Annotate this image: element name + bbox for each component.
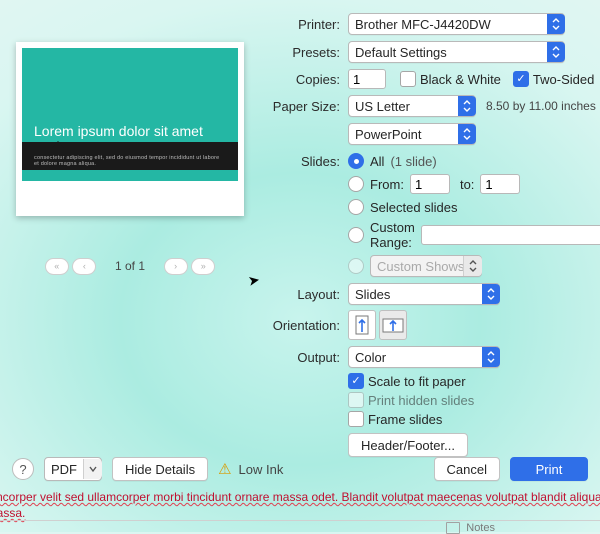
app-module-select[interactable]: PowerPoint xyxy=(348,123,476,145)
printer-label: Printer: xyxy=(263,17,348,32)
cancel-button[interactable]: Cancel xyxy=(434,457,500,481)
slides-label: Slides: xyxy=(263,154,348,169)
chevron-down-icon xyxy=(83,459,102,479)
hidden-label: Print hidden slides xyxy=(368,393,474,408)
slide-thumbnail: Lorem ipsum dolor sit amet consectetur a… xyxy=(22,48,238,210)
copies-label: Copies: xyxy=(263,72,348,87)
printer-select[interactable]: Brother MFC-J4420DW xyxy=(348,13,565,35)
print-preview: Lorem ipsum dolor sit amet consectetur a… xyxy=(16,42,244,216)
preview-pager: « ‹ 1 of 1 › » xyxy=(16,258,244,275)
frame-checkbox[interactable] xyxy=(348,411,364,427)
frame-label: Frame slides xyxy=(368,412,442,427)
slides-to-input[interactable] xyxy=(480,174,520,194)
hidden-checkbox xyxy=(348,392,364,408)
pager-first-button[interactable]: « xyxy=(45,258,69,275)
notes-label[interactable]: Notes xyxy=(466,522,495,534)
custom-shows-select: Custom Shows xyxy=(370,255,482,277)
presets-label: Presets: xyxy=(263,45,348,60)
output-select[interactable]: Color xyxy=(348,346,500,368)
slide-title: Lorem ipsum dolor sit amet xyxy=(34,123,203,139)
pager-next-button[interactable]: › xyxy=(164,258,188,275)
bw-label: Black & White xyxy=(420,72,501,87)
two-sided-checkbox[interactable] xyxy=(513,71,529,87)
slides-selected-label: Selected slides xyxy=(370,200,457,215)
two-sided-label: Two-Sided xyxy=(533,72,594,87)
slides-selected-radio[interactable] xyxy=(348,199,364,215)
papersize-dims: 8.50 by 11.00 inches xyxy=(486,99,596,113)
slides-from-label: From: xyxy=(370,177,404,192)
updown-icon xyxy=(458,124,476,144)
print-button[interactable]: Print xyxy=(510,457,588,481)
updown-icon xyxy=(547,42,565,62)
updown-icon xyxy=(482,347,500,367)
updown-icon xyxy=(547,14,565,34)
slides-from-radio[interactable] xyxy=(348,176,364,192)
orientation-label: Orientation: xyxy=(263,318,348,333)
slides-custom-label: Custom Range: xyxy=(370,220,415,250)
orientation-landscape-button[interactable] xyxy=(379,310,407,340)
orientation-portrait-button[interactable] xyxy=(348,310,376,340)
background-document-text: us ullamcorper velit sed ullamcorper mor… xyxy=(0,489,600,521)
hide-details-button[interactable]: Hide Details xyxy=(112,457,208,481)
presets-select[interactable]: Default Settings xyxy=(348,41,565,63)
slides-custom-input[interactable] xyxy=(421,225,600,245)
layout-select[interactable]: Slides xyxy=(348,283,500,305)
bw-checkbox[interactable] xyxy=(400,71,416,87)
page-counter: 1 of 1 xyxy=(100,259,160,273)
pdf-menu[interactable]: PDF xyxy=(44,457,102,481)
pager-prev-button[interactable]: ‹ xyxy=(72,258,96,275)
slides-custom-radio[interactable] xyxy=(348,227,364,243)
updown-icon xyxy=(458,96,476,116)
scale-checkbox[interactable] xyxy=(348,373,364,389)
layout-label: Layout: xyxy=(263,287,348,302)
pager-last-button[interactable]: » xyxy=(191,258,215,275)
updown-icon xyxy=(482,284,500,304)
status-divider xyxy=(0,520,600,521)
low-ink-label: Low Ink xyxy=(239,462,284,477)
notes-icon[interactable] xyxy=(446,522,460,534)
slides-all-count: (1 slide) xyxy=(390,154,436,169)
slides-all-radio[interactable] xyxy=(348,153,364,169)
slides-shows-radio xyxy=(348,258,364,274)
updown-icon xyxy=(463,256,482,276)
warning-icon: ⚠︎ xyxy=(218,460,231,478)
output-label: Output: xyxy=(263,350,348,365)
slides-from-input[interactable] xyxy=(410,174,450,194)
slide-subtitle: consectetur adipiscing elit, sed do eius… xyxy=(34,155,226,167)
help-button[interactable]: ? xyxy=(12,458,34,480)
copies-input[interactable] xyxy=(348,69,386,89)
slides-to-label: to: xyxy=(460,177,474,192)
scale-label: Scale to fit paper xyxy=(368,374,466,389)
papersize-select[interactable]: US Letter xyxy=(348,95,476,117)
cursor-pointer-icon: ➤ xyxy=(247,271,262,290)
slides-all-label: All xyxy=(370,154,384,169)
papersize-label: Paper Size: xyxy=(263,99,348,114)
